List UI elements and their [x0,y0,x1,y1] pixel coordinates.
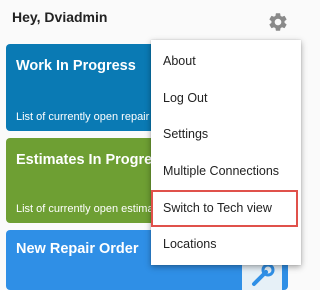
menu-item-locations[interactable]: Locations [151,226,301,262]
menu-item-switch-to-tech-view[interactable]: Switch to Tech view [151,190,301,226]
overflow-menu: About Log Out Settings Multiple Connecti… [151,40,301,265]
menu-item-about[interactable]: About [151,43,301,79]
gear-icon[interactable] [267,11,289,33]
card-description: List of currently open repair [16,111,150,123]
card-title: Work In Progress [16,58,136,74]
greeting-text: Hey, Dviadmin [12,9,108,25]
card-title: New Repair Order [16,241,139,257]
card-title: Estimates In Progress [16,152,169,168]
menu-item-log-out[interactable]: Log Out [151,80,301,116]
menu-item-multiple-connections[interactable]: Multiple Connections [151,153,301,189]
menu-item-settings[interactable]: Settings [151,116,301,152]
card-description: List of currently open estima [16,203,154,215]
